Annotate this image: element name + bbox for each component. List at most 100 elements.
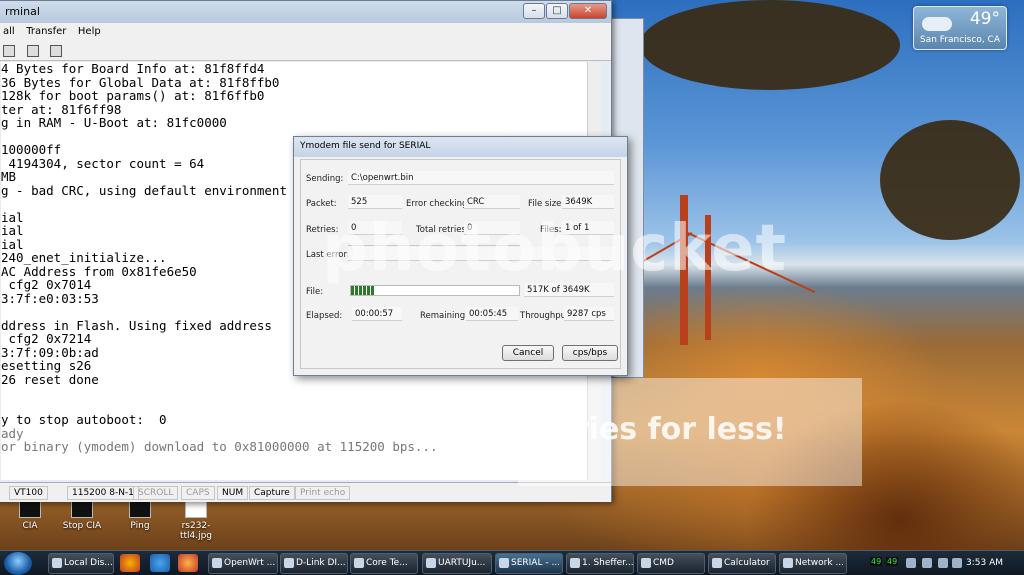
- weather-city: San Francisco, CA: [920, 35, 1000, 45]
- taskbar-button-label: UARTUJu...: [438, 558, 486, 568]
- app-icon: [783, 558, 793, 568]
- dialog-title: Ymodem file send for SERIAL: [300, 141, 431, 151]
- total-retries-label: Total retries:: [416, 225, 469, 235]
- taskbar-button-label: 1. Sheffer...: [582, 558, 634, 568]
- app-icon: [712, 558, 722, 568]
- maximize-button[interactable]: □: [546, 3, 568, 19]
- status-emulation: VT100: [9, 486, 48, 500]
- retries-value: 0: [348, 221, 402, 235]
- taskbar-button[interactable]: D-Link DI...: [280, 553, 348, 574]
- network-tray-icon[interactable]: [906, 558, 916, 568]
- taskbar-button[interactable]: OpenWrt ...: [208, 553, 278, 574]
- volume-tray-icon[interactable]: [952, 558, 962, 568]
- start-button[interactable]: [4, 552, 32, 575]
- image-file-icon: [185, 500, 207, 518]
- taskbar-button-label: OpenWrt ...: [224, 558, 276, 568]
- terminal-line: 128k for boot params() at: 81f6ffb0: [1, 88, 265, 103]
- retries-label: Retries:: [306, 225, 339, 235]
- taskbar-button-label: Network ...: [795, 558, 845, 568]
- send-icon[interactable]: [26, 45, 39, 57]
- taskbar-button-label: Local Dis...: [64, 558, 113, 568]
- taskbar-button-label: D-Link DI...: [296, 558, 346, 568]
- file-progress-fill: [351, 286, 375, 295]
- terminal-line: or binary (ymodem) download to 0x8100000…: [1, 439, 438, 454]
- throughput-value: 9287 cps: [564, 307, 614, 321]
- tray-counter: 49: [870, 557, 883, 566]
- status-print-echo: Print echo: [295, 486, 351, 500]
- cps-bps-button[interactable]: cps/bps: [562, 345, 618, 361]
- desktop-icon-ping[interactable]: Ping: [110, 500, 170, 531]
- taskbar-button-label: Calculator: [724, 558, 770, 568]
- terminal-line: 4 Bytes for Board Info at: 81f8ffd4: [1, 62, 265, 76]
- desktop-icon-label: Stop CIA: [62, 521, 102, 531]
- desktop-icon-image[interactable]: rs232-ttl4.jpg: [166, 500, 226, 541]
- taskbar-button[interactable]: Calculator: [708, 553, 776, 574]
- packet-label: Packet:: [306, 199, 337, 209]
- total-retries-value: 0: [464, 221, 520, 235]
- app-icon: [426, 558, 436, 568]
- file-size-value: 3649K: [562, 195, 614, 209]
- menu-item-help[interactable]: Help: [78, 26, 101, 37]
- taskbar-button[interactable]: Local Dis...: [48, 553, 114, 574]
- bridge-tower: [680, 195, 688, 345]
- app-icon: [284, 558, 294, 568]
- taskbar-button[interactable]: SERIAL - ...: [495, 553, 563, 574]
- desktop-icon-cia[interactable]: CIA: [0, 500, 60, 531]
- app-icon: [499, 558, 509, 568]
- remaining-value: 00:05:45: [466, 307, 518, 321]
- ymodem-send-dialog[interactable]: Ymodem file send for SERIAL Sending: C:\…: [293, 136, 628, 376]
- dialog-title-bar[interactable]: Ymodem file send for SERIAL: [294, 137, 627, 157]
- separator: [348, 245, 520, 246]
- desktop-icon-label: rs232-ttl4.jpg: [179, 521, 213, 541]
- sending-label: Sending:: [306, 174, 344, 184]
- firefox-icon[interactable]: [178, 554, 198, 572]
- properties-icon[interactable]: [50, 45, 62, 57]
- file-label: File:: [306, 287, 324, 297]
- taskbar-button[interactable]: Network ...: [779, 553, 847, 574]
- elapsed-label: Elapsed:: [306, 311, 343, 321]
- sending-value: C:\openwrt.bin: [348, 171, 614, 185]
- internet-explorer-icon[interactable]: [150, 554, 170, 572]
- packet-value: 525: [348, 195, 402, 209]
- minimize-button[interactable]: –: [523, 3, 545, 19]
- files-value: 1 of 1: [562, 221, 614, 235]
- terminal-title-bar[interactable]: rminal – □ ✕: [0, 1, 611, 23]
- tree-canopy: [640, 0, 900, 90]
- last-error-label: Last error:: [306, 250, 350, 260]
- desktop-icon-label: Ping: [130, 521, 150, 531]
- taskbar-button[interactable]: UARTUJu...: [422, 553, 492, 574]
- file-progress-bar: [350, 285, 520, 296]
- dialog-body: [300, 159, 621, 369]
- cmd-icon: [129, 500, 151, 518]
- app-icon: [52, 558, 62, 568]
- signal-tray-icon[interactable]: [938, 558, 948, 568]
- status-scroll: SCROLL: [133, 486, 179, 500]
- weather-gadget[interactable]: 49° San Francisco, CA: [913, 6, 1007, 50]
- taskbar-button[interactable]: CMD: [637, 553, 705, 574]
- status-capture: Capture: [249, 486, 295, 500]
- flag-tray-icon[interactable]: [922, 558, 932, 568]
- last-error-value: [348, 247, 614, 261]
- terminal-line: ter at: 81f6ff98: [1, 101, 122, 117]
- menu-item-call[interactable]: all: [3, 26, 15, 37]
- close-button[interactable]: ✕: [569, 3, 607, 19]
- remaining-label: Remaining:: [420, 311, 468, 321]
- terminal-line: 36 Bytes for Global Data at: 81f8ffb0: [1, 74, 280, 90]
- media-player-icon[interactable]: [120, 554, 140, 572]
- file-progress-text: 517K of 3649K: [524, 283, 614, 297]
- disconnect-icon[interactable]: [3, 45, 15, 57]
- cmd-icon: [19, 500, 41, 518]
- menu-item-transfer[interactable]: Transfer: [26, 26, 66, 37]
- desktop-icon-stop-cia[interactable]: Stop CIA: [52, 500, 112, 531]
- tray-clock[interactable]: 3:53 AM: [966, 558, 1003, 568]
- taskbar-button[interactable]: 1. Sheffer...: [566, 553, 634, 574]
- app-icon: [641, 558, 651, 568]
- cancel-button[interactable]: Cancel: [502, 345, 554, 361]
- cloud-icon: [922, 17, 952, 31]
- terminal-title: rminal: [5, 5, 40, 18]
- app-icon: [570, 558, 580, 568]
- terminal-menu-bar: all Transfer Help: [0, 23, 611, 41]
- taskbar-button[interactable]: Core Te...: [350, 553, 418, 574]
- files-label: Files:: [540, 225, 562, 235]
